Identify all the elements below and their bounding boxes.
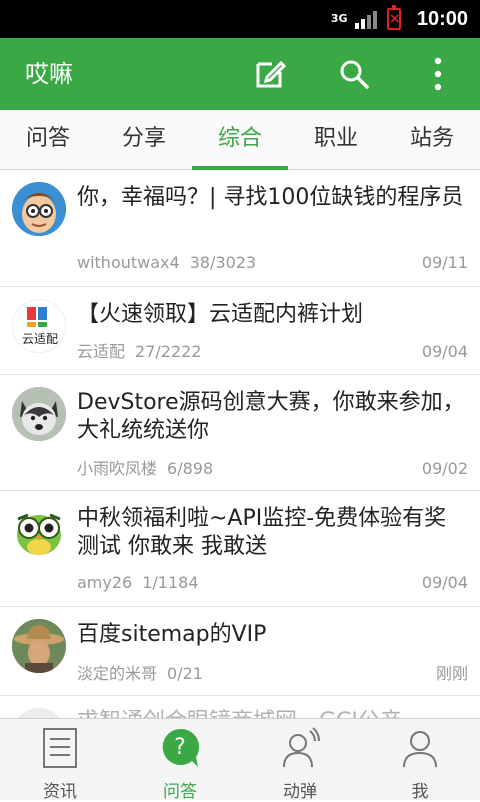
tweet-person-icon bbox=[283, 727, 320, 768]
post-date: 09/04 bbox=[421, 342, 468, 361]
network-type-label: 3G bbox=[330, 12, 348, 25]
nav-label: 问答 bbox=[163, 782, 197, 802]
search-icon bbox=[340, 60, 369, 89]
post-stats: 0/21 bbox=[167, 664, 203, 683]
post-author: withoutwax4 bbox=[77, 253, 180, 272]
avatar[interactable] bbox=[12, 708, 66, 718]
list-item[interactable]: 云适配 【火速领取】云适配内裤计划 云适配 27/2222 09/04 bbox=[0, 287, 480, 375]
post-date: 刚刚 bbox=[435, 664, 468, 683]
category-tabs: 问答 分享 综合 职业 站务 bbox=[0, 110, 480, 170]
post-date: 09/02 bbox=[421, 459, 468, 478]
list-item[interactable]: 求智通创合眼镜商城网…GCI公产 bbox=[0, 696, 480, 718]
tab-career[interactable]: 职业 bbox=[288, 110, 384, 170]
search-button[interactable] bbox=[332, 52, 376, 96]
news-icon bbox=[43, 728, 77, 768]
nav-news[interactable]: 资讯 bbox=[0, 719, 120, 802]
post-stats: 38/3023 bbox=[189, 253, 257, 272]
post-meta: amy26 1/1184 bbox=[77, 573, 199, 593]
post-author: 淡定的米哥 bbox=[77, 664, 158, 683]
post-meta: 淡定的米哥 0/21 bbox=[77, 664, 203, 684]
post-title: 你，幸福吗？| 寻找100位缺钱的程序员 bbox=[77, 185, 464, 210]
post-title: 【火速领取】云适配内裤计划 bbox=[77, 302, 364, 327]
post-title: 百度sitemap的VIP bbox=[77, 622, 267, 647]
post-title: 求智通创合眼镜商城网…GCI公产 bbox=[77, 708, 467, 718]
nav-qa[interactable]: ? 问答 bbox=[120, 719, 240, 802]
cartoon-avatar-icon bbox=[12, 182, 66, 236]
bottom-navigation: 资讯 ? 问答 动弹 我 bbox=[0, 718, 480, 802]
nav-label: 资讯 bbox=[43, 782, 77, 802]
clock: 10:00 bbox=[416, 7, 468, 30]
logo-text: 云适配 bbox=[22, 332, 58, 346]
overflow-menu-button[interactable] bbox=[416, 52, 460, 96]
post-author: 云适配 bbox=[77, 342, 126, 361]
avatar[interactable] bbox=[12, 619, 66, 673]
compose-button[interactable] bbox=[248, 52, 292, 96]
post-meta: withoutwax4 38/3023 bbox=[77, 253, 256, 273]
tab-site-affairs[interactable]: 站务 bbox=[384, 110, 480, 170]
list-item[interactable]: 百度sitemap的VIP 淡定的米哥 0/21 刚刚 bbox=[0, 607, 480, 696]
post-meta: 小雨吹凤楼 6/898 bbox=[77, 459, 213, 479]
cowboy-avatar-icon bbox=[12, 619, 66, 673]
avatar[interactable] bbox=[12, 182, 66, 236]
status-bar: 3G × 10:00 bbox=[0, 0, 480, 38]
nav-label: 我 bbox=[411, 782, 429, 802]
edit-icon bbox=[256, 60, 286, 88]
svg-text:?: ? bbox=[174, 735, 186, 760]
list-item[interactable]: 你，幸福吗？| 寻找100位缺钱的程序员 withoutwax4 38/3023 … bbox=[0, 170, 480, 287]
post-meta: 云适配 27/2222 bbox=[77, 342, 201, 362]
avatar[interactable]: 云适配 bbox=[12, 299, 66, 353]
post-author: amy26 bbox=[77, 573, 133, 592]
post-list: 你，幸福吗？| 寻找100位缺钱的程序员 withoutwax4 38/3023 … bbox=[0, 170, 480, 718]
avatar[interactable] bbox=[12, 387, 66, 441]
post-author: 小雨吹凤楼 bbox=[77, 459, 158, 478]
husky-avatar-icon bbox=[12, 387, 66, 441]
post-title: DevStore源码创意大赛，你敢来参加，大礼统统送你 bbox=[77, 390, 465, 443]
tab-share[interactable]: 分享 bbox=[96, 110, 192, 170]
tab-general[interactable]: 综合 bbox=[192, 110, 288, 170]
yunshipei-logo-icon: 云适配 bbox=[22, 307, 58, 346]
post-stats: 1/1184 bbox=[142, 573, 199, 592]
more-vert-icon bbox=[434, 57, 442, 91]
app-bar: 哎嘛 bbox=[0, 38, 480, 110]
list-item[interactable]: 中秋领福利啦~API监控-免费体验有奖测试 你敢来 我敢送 amy26 1/118… bbox=[0, 491, 480, 607]
me-person-icon bbox=[403, 731, 437, 768]
post-title: 中秋领福利啦~API监控-免费体验有奖测试 你敢来 我敢送 bbox=[77, 506, 447, 559]
post-stats: 6/898 bbox=[167, 459, 214, 478]
signal-icon bbox=[354, 9, 377, 29]
nav-me[interactable]: 我 bbox=[360, 719, 480, 802]
post-date: 09/04 bbox=[421, 573, 468, 592]
nav-tweet[interactable]: 动弹 bbox=[240, 719, 360, 802]
post-date: 09/11 bbox=[421, 253, 468, 272]
owl-avatar-icon bbox=[12, 503, 66, 557]
list-item[interactable]: DevStore源码创意大赛，你敢来参加，大礼统统送你 小雨吹凤楼 6/898 0… bbox=[0, 375, 480, 491]
nav-label: 动弹 bbox=[283, 782, 317, 802]
avatar[interactable] bbox=[12, 503, 66, 557]
tab-qa[interactable]: 问答 bbox=[0, 110, 96, 170]
question-icon: ? bbox=[162, 728, 200, 767]
battery-icon: × bbox=[386, 5, 401, 30]
post-stats: 27/2222 bbox=[135, 342, 202, 361]
app-title: 哎嘛 bbox=[25, 60, 73, 88]
